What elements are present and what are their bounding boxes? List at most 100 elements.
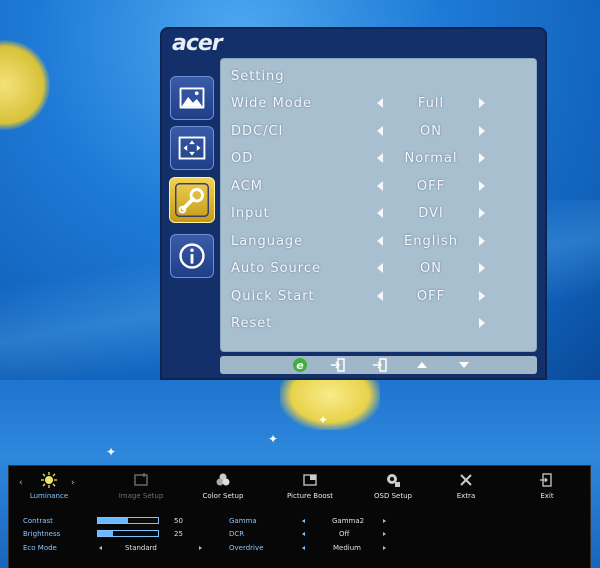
tab-luminance[interactable]: Luminance (27, 472, 71, 508)
setting-row-auto-source[interactable]: Auto Source ON (221, 257, 538, 281)
top-photo: acer Setting Wide Mode Full DDC/CI ON OD… (0, 0, 600, 380)
overdrive-right-arrow-icon[interactable] (383, 546, 386, 550)
contrast-slider[interactable] (97, 517, 159, 524)
setting-value: OFF (416, 288, 446, 304)
color-icon (216, 473, 230, 486)
tab-label: Color Setup (202, 492, 244, 500)
left-arrow-icon[interactable] (377, 235, 383, 246)
right-arrow-icon[interactable] (479, 263, 485, 273)
bottom-photo: ✦ ✦ ✦ ‹ › Luminance Image Setup Color Se… (0, 380, 600, 568)
dcr-right-arrow-icon[interactable] (383, 532, 386, 536)
tab-picture-boost[interactable]: Picture Boost (281, 472, 339, 508)
enter-button[interactable] (370, 357, 390, 373)
overdrive-left-arrow-icon[interactable] (302, 546, 305, 550)
tab-label: Image Setup (118, 492, 164, 500)
right-arrow-icon[interactable] (479, 208, 485, 218)
setting-row-input[interactable]: Input DVI (221, 202, 538, 226)
setting-label: Input (231, 206, 270, 221)
left-arrow-icon[interactable] (377, 180, 383, 191)
osd-bar: ‹ › Luminance Image Setup Color Setup Pi… (8, 465, 591, 568)
image-setup-icon (134, 473, 148, 486)
panel-title: Setting (231, 69, 285, 84)
left-arrow-icon[interactable] (377, 153, 383, 163)
right-arrow-icon[interactable] (479, 98, 485, 108)
desktop-wallpaper-glow (0, 40, 50, 130)
tab-color-setup[interactable]: Color Setup (197, 472, 249, 508)
setting-label: ACM (231, 178, 263, 194)
right-arrow-icon[interactable] (479, 125, 485, 136)
tab-label: OSD Setup (374, 492, 412, 500)
eco-right-arrow-icon[interactable] (199, 546, 202, 550)
setting-label: Reset (231, 316, 273, 331)
picture-icon (179, 87, 205, 109)
gamma-left-arrow-icon[interactable] (302, 519, 305, 523)
down-button[interactable] (454, 357, 474, 373)
right-arrow-icon[interactable] (479, 235, 485, 246)
setting-value: ON (420, 123, 442, 139)
setting-value: OFF (416, 178, 446, 194)
svg-text:e: e (296, 359, 304, 372)
osd-nav-strip: e (220, 356, 537, 374)
setting-value: Full (417, 96, 445, 111)
right-arrow-icon[interactable] (479, 180, 485, 191)
panel-title-row: Setting (221, 65, 538, 89)
setting-value: English (404, 233, 458, 249)
sparkle-icon: ✦ (106, 445, 117, 459)
sidebar-position-button[interactable] (170, 126, 214, 170)
sparkle-icon: ✦ (318, 413, 329, 427)
setting-row-od[interactable]: OD Normal (221, 147, 538, 171)
tab-extra[interactable]: Extra (451, 472, 481, 508)
setting-label: DDC/CI (231, 123, 284, 139)
brightness-label: Brightness (23, 530, 61, 538)
up-button[interactable] (412, 357, 432, 373)
contrast-value: 50 (174, 517, 183, 525)
dcr-label: DCR (229, 530, 245, 538)
tab-exit[interactable]: Exit (533, 472, 561, 508)
osd-menu: acer Setting Wide Mode Full DDC/CI ON OD… (160, 27, 547, 380)
tab-image-setup[interactable]: Image Setup (113, 472, 169, 508)
setting-row-quick-start[interactable]: Quick Start OFF (221, 285, 538, 309)
sun-icon (41, 472, 57, 488)
left-arrow-icon[interactable] (377, 290, 383, 301)
settings-panel: Setting Wide Mode Full DDC/CI ON OD Norm… (220, 58, 537, 352)
left-arrow-icon[interactable] (377, 208, 383, 218)
eco-mode-value: Standard (125, 544, 157, 552)
right-arrow-icon[interactable] (479, 153, 485, 163)
exit-button[interactable] (328, 357, 348, 373)
overdrive-label: Overdrive (229, 544, 264, 552)
down-icon (459, 362, 469, 368)
brightness-slider[interactable] (97, 530, 159, 537)
contrast-label: Contrast (23, 517, 53, 525)
setting-value: ON (420, 261, 442, 276)
contrast-slider-fill (98, 518, 128, 523)
up-icon (417, 362, 427, 368)
eco-left-arrow-icon[interactable] (99, 546, 102, 550)
info-icon (179, 243, 205, 269)
setting-row-language[interactable]: Language English (221, 230, 538, 254)
setting-row-reset[interactable]: Reset (221, 312, 538, 336)
right-arrow-icon[interactable] (479, 318, 485, 328)
picture-boost-icon (303, 474, 317, 486)
left-arrow-icon[interactable] (377, 125, 383, 136)
setting-row-ddc-ci[interactable]: DDC/CI ON (221, 120, 538, 144)
setting-row-wide-mode[interactable]: Wide Mode Full (221, 92, 538, 116)
right-arrow-icon[interactable] (479, 290, 485, 301)
sidebar-setting-button[interactable] (169, 177, 215, 223)
left-arrow-icon[interactable] (377, 98, 383, 108)
exit-door-icon (540, 473, 552, 487)
prev-tab-icon[interactable]: ‹ (19, 478, 23, 488)
tab-osd-setup[interactable]: OSD Setup (369, 472, 417, 508)
sidebar-picture-button[interactable] (170, 76, 214, 120)
brightness-value: 25 (174, 530, 183, 538)
desktop-wallpaper-glow (280, 380, 380, 430)
overdrive-value: Medium (333, 544, 361, 552)
gamma-right-arrow-icon[interactable] (383, 519, 386, 523)
tools-icon (460, 474, 472, 486)
empowering-e-button[interactable]: e (290, 357, 310, 373)
setting-row-acm[interactable]: ACM OFF (221, 175, 538, 199)
dcr-value: Off (339, 530, 350, 538)
left-arrow-icon[interactable] (377, 263, 383, 273)
dcr-left-arrow-icon[interactable] (302, 532, 305, 536)
next-tab-icon[interactable]: › (71, 478, 75, 488)
sidebar-info-button[interactable] (170, 234, 214, 278)
